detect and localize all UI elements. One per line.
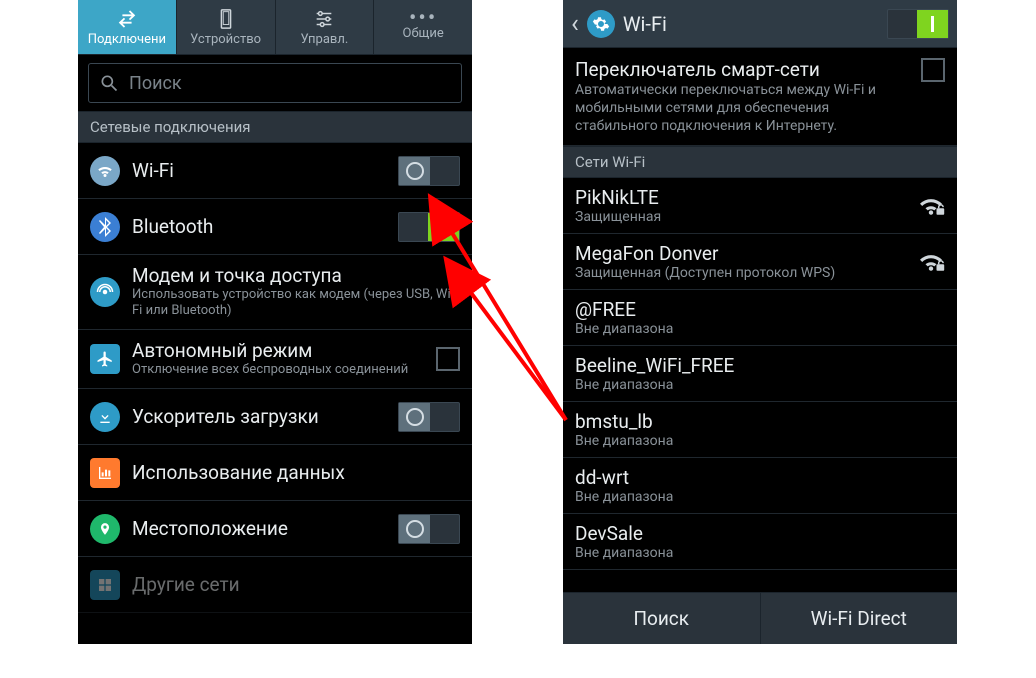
tab-device[interactable]: Устройство [177,0,276,54]
wifi-header: ‹ Wi-Fi [563,0,957,48]
network-status: Вне диапазона [575,545,945,561]
network-row[interactable]: @FREEВне диапазона [563,290,957,346]
row-title: Другие сети [132,574,460,596]
sliders-icon [313,8,335,30]
row-data-usage[interactable]: Использование данных [78,445,472,501]
more-networks-icon [90,570,120,600]
smart-sub: Автоматически переключаться между Wi-Fi … [575,81,911,135]
wifi-direct-button[interactable]: Wi-Fi Direct [761,593,958,644]
row-sub: Отключение всех беспроводных соединений [132,362,424,378]
row-title: Bluetooth [132,216,386,238]
wifi-screen: ‹ Wi-Fi Переключатель смарт-сети Автомат… [563,0,957,644]
network-row[interactable]: bmstu_lbВне диапазона [563,402,957,458]
row-location[interactable]: Местоположение [78,501,472,557]
network-list: PikNikLTEЗащищеннаяMegaFon DonverЗащищен… [563,178,957,570]
search-wrap: Поиск [78,55,472,111]
top-tabs: Подключени Устройство Управл. ••• Общие [78,0,472,55]
download-icon [90,402,120,432]
tab-general[interactable]: ••• Общие [374,0,472,54]
bluetooth-toggle[interactable] [398,212,460,242]
wifi-signal-lock-icon [917,195,945,217]
tab-label: Подключени [88,32,166,47]
network-name: PikNikLTE [575,186,907,209]
airplane-checkbox[interactable] [436,347,460,371]
network-row[interactable]: PikNikLTEЗащищенная [563,178,957,234]
swap-icon [116,8,138,30]
row-title: Местоположение [132,518,386,540]
tab-label: Управл. [300,32,348,47]
smart-network-switch[interactable]: Переключатель смарт-сети Автоматически п… [563,48,957,146]
tab-controls[interactable]: Управл. [276,0,375,54]
smart-title: Переключатель смарт-сети [575,58,911,81]
phone-icon [215,8,237,30]
network-name: DevSale [575,522,945,545]
row-other-networks[interactable]: Другие сети [78,557,472,613]
network-row[interactable]: dd-wrtВне диапазона [563,458,957,514]
header-title: Wi-Fi [623,12,879,36]
row-download-booster[interactable]: Ускоритель загрузки [78,389,472,445]
network-name: dd-wrt [575,466,945,489]
row-airplane[interactable]: Автономный режим Отключение всех беспров… [78,330,472,389]
row-title: Wi-Fi [132,160,386,182]
row-title: Ускоритель загрузки [132,406,386,428]
row-wifi[interactable]: Wi-Fi [78,143,472,199]
back-button[interactable]: ‹ [571,9,579,39]
network-status: Вне диапазона [575,433,945,449]
wifi-icon [90,156,120,186]
network-status: Вне диапазона [575,489,945,505]
search-input[interactable]: Поиск [88,63,462,103]
booster-toggle[interactable] [398,402,460,432]
section-network-connections: Сетевые подключения [78,111,472,143]
scan-button[interactable]: Поиск [563,593,761,644]
network-name: Beeline_WiFi_FREE [575,354,945,377]
location-icon [90,514,120,544]
wifi-toggle[interactable] [398,156,460,186]
search-placeholder: Поиск [129,73,182,94]
chart-icon [90,458,120,488]
tab-label: Общие [403,26,444,41]
network-status: Вне диапазона [575,321,945,337]
row-sub: Использовать устройство как модем (через… [132,287,460,319]
network-row[interactable]: MegaFon DonverЗащищенная (Доступен прото… [563,234,957,290]
network-name: bmstu_lb [575,410,945,433]
bottom-bar: Поиск Wi-Fi Direct [563,592,957,644]
location-toggle[interactable] [398,514,460,544]
bluetooth-icon [90,212,120,242]
row-title: Модем и точка доступа [132,265,460,287]
wifi-signal-lock-icon [917,251,945,273]
settings-screen: Подключени Устройство Управл. ••• Общие … [78,0,472,644]
network-name: @FREE [575,298,945,321]
more-icon: ••• [409,14,437,24]
wifi-master-toggle[interactable] [887,9,949,39]
airplane-icon [90,344,120,374]
row-bluetooth[interactable]: Bluetooth [78,199,472,255]
section-wifi-networks: Сети Wi-Fi [563,146,957,178]
row-title: Автономный режим [132,340,424,362]
network-name: MegaFon Donver [575,242,907,265]
network-status: Защищенная [575,209,907,225]
settings-gear-icon [587,10,615,38]
tether-icon [90,277,120,307]
tab-label: Устройство [190,32,261,47]
row-title: Использование данных [132,462,460,484]
network-status: Защищенная (Доступен протокол WPS) [575,265,907,281]
network-row[interactable]: Beeline_WiFi_FREEВне диапазона [563,346,957,402]
smart-checkbox[interactable] [921,58,945,82]
network-row[interactable]: DevSaleВне диапазона [563,514,957,570]
network-status: Вне диапазона [575,377,945,393]
tab-connections[interactable]: Подключени [78,0,177,54]
row-tethering[interactable]: Модем и точка доступа Использовать устро… [78,255,472,330]
search-icon [99,73,119,93]
